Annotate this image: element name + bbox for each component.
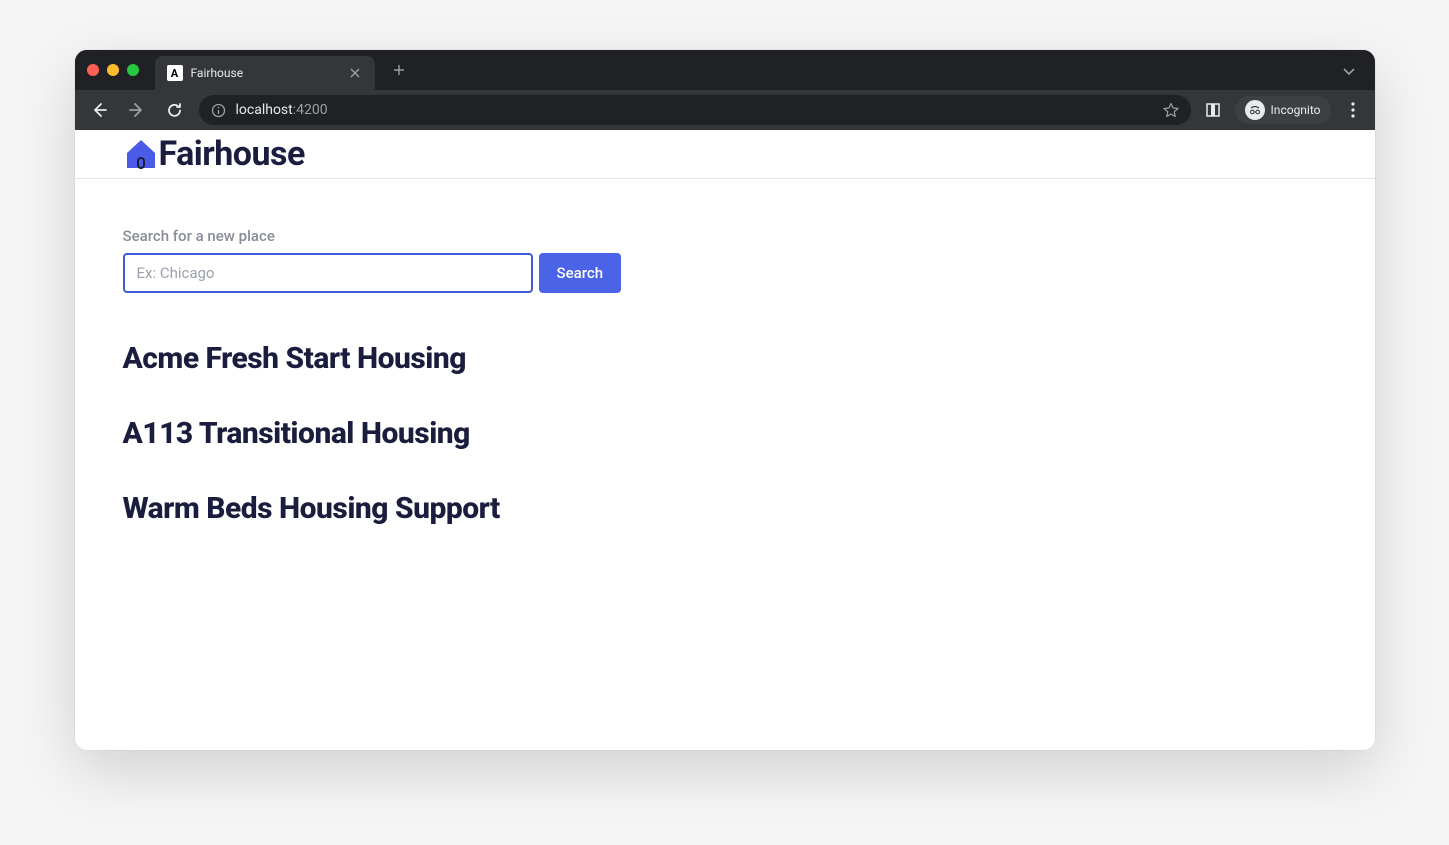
listing-item: Warm Beds Housing Support [123, 491, 1327, 526]
url-host: localhost [236, 102, 293, 118]
window-minimize-button[interactable] [107, 64, 119, 76]
window-close-button[interactable] [87, 64, 99, 76]
url-port: :4200 [293, 102, 328, 118]
reload-button[interactable] [161, 96, 189, 124]
close-icon [350, 68, 360, 78]
plus-icon [393, 64, 405, 76]
back-button[interactable] [85, 96, 113, 124]
incognito-icon [1245, 100, 1265, 120]
search-section: Search for a new place Search [123, 227, 1327, 293]
info-icon [211, 103, 226, 118]
listing-item: A113 Transitional Housing [123, 416, 1327, 451]
app-header: Fairhouse [75, 130, 1375, 179]
url-text: localhost:4200 [236, 102, 1153, 118]
star-icon[interactable] [1163, 102, 1179, 118]
tab-bar: A Fairhouse [75, 50, 1375, 90]
search-row: Search [123, 253, 1327, 293]
browser-tab[interactable]: A Fairhouse [155, 56, 375, 90]
main-content: Search for a new place Search Acme Fresh… [75, 179, 1375, 574]
incognito-label: Incognito [1271, 103, 1321, 117]
address-bar[interactable]: localhost:4200 [199, 95, 1191, 125]
extensions-button[interactable] [1201, 98, 1225, 122]
forward-button[interactable] [123, 96, 151, 124]
new-tab-button[interactable] [385, 56, 413, 84]
arrow-left-icon [90, 101, 108, 119]
browser-chrome: A Fairhouse [75, 50, 1375, 130]
reload-icon [166, 102, 183, 119]
kebab-menu-icon [1351, 102, 1355, 118]
listing-item: Acme Fresh Start Housing [123, 341, 1327, 376]
tabs-dropdown-button[interactable] [1335, 57, 1363, 84]
menu-button[interactable] [1341, 98, 1365, 122]
house-icon [123, 136, 159, 172]
listings: Acme Fresh Start Housing A113 Transition… [123, 341, 1327, 526]
page-content: Fairhouse Search for a new place Search … [75, 130, 1375, 750]
toolbar: localhost:4200 Incognito [75, 90, 1375, 130]
search-label: Search for a new place [123, 227, 1327, 245]
search-input[interactable] [123, 253, 533, 293]
browser-window: A Fairhouse [75, 50, 1375, 750]
window-maximize-button[interactable] [127, 64, 139, 76]
extensions-icon [1205, 102, 1221, 118]
window-controls [87, 64, 139, 76]
tab-title: Fairhouse [191, 66, 339, 80]
tab-close-button[interactable] [347, 65, 363, 81]
brand-logo[interactable]: Fairhouse [123, 134, 305, 174]
search-button[interactable]: Search [539, 253, 622, 293]
arrow-right-icon [128, 101, 146, 119]
brand-name: Fairhouse [159, 134, 305, 174]
tab-favicon: A [167, 65, 183, 81]
incognito-badge[interactable]: Incognito [1235, 96, 1331, 124]
chevron-down-icon [1343, 68, 1355, 76]
